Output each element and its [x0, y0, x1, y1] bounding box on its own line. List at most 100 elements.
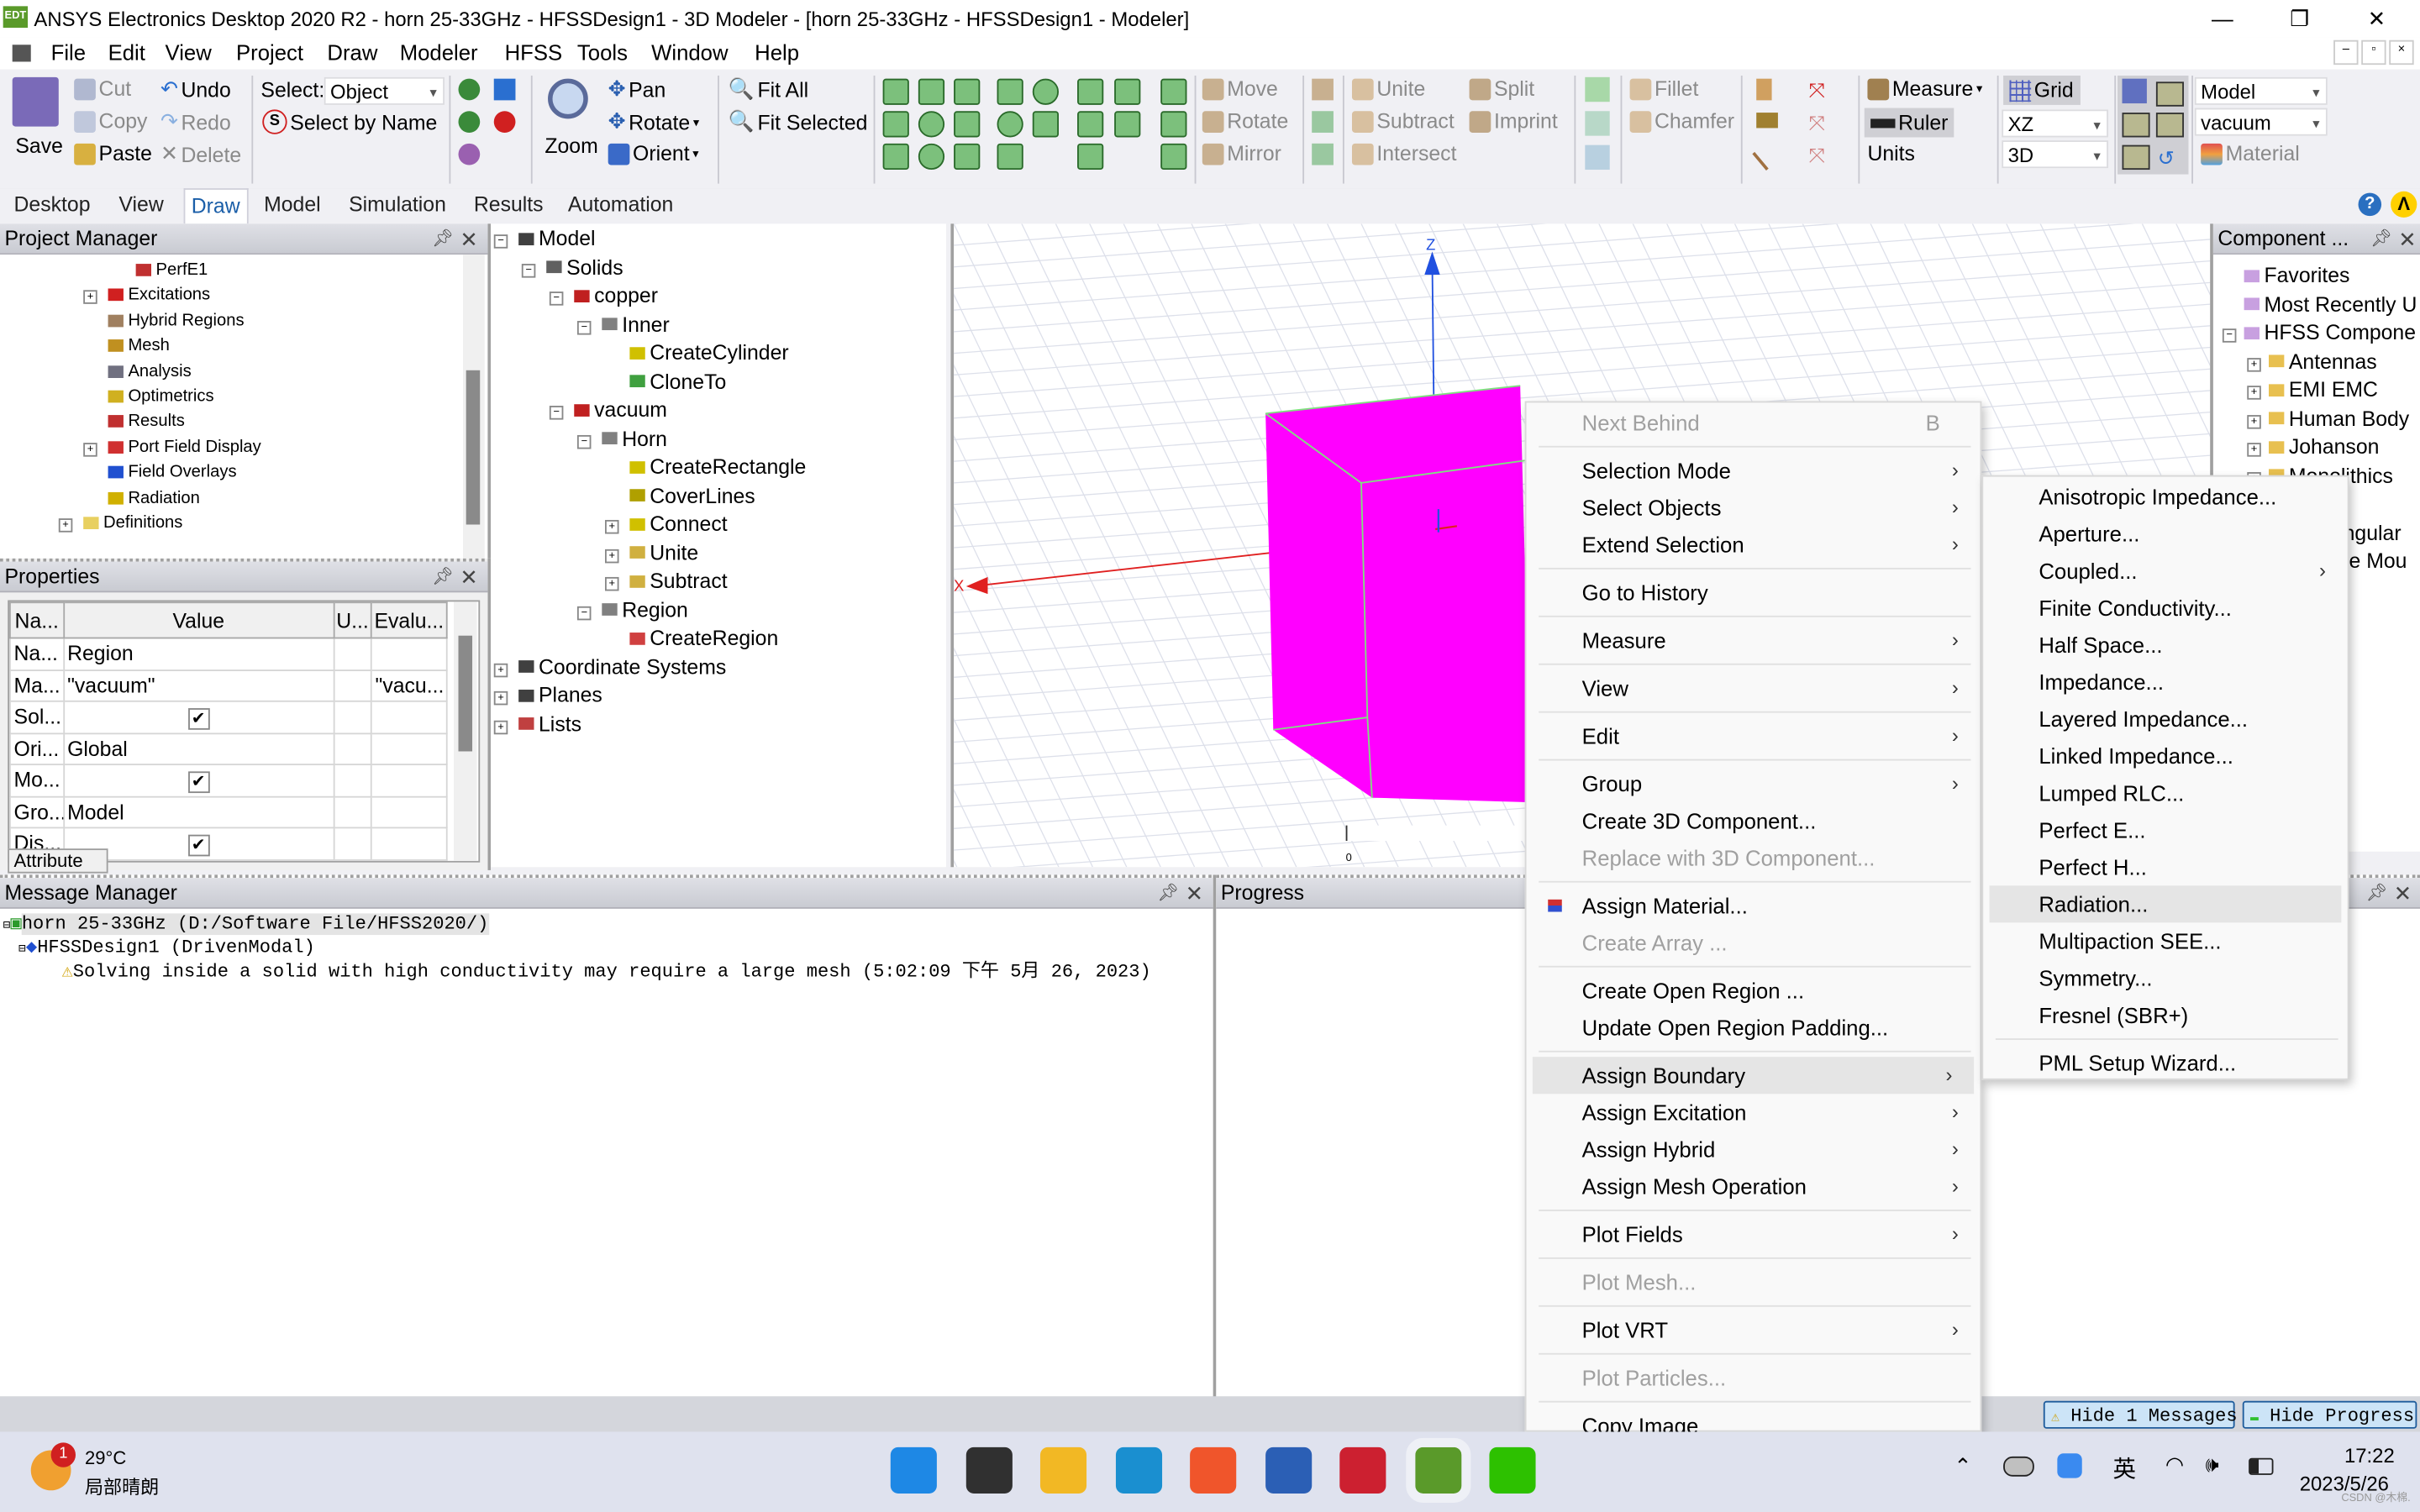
- menu-item-create-3d-component[interactable]: Create 3D Component...: [1527, 802, 1981, 839]
- pin-icon[interactable]: 📌︎: [2370, 223, 2392, 255]
- property-value[interactable]: Model: [62, 795, 334, 829]
- property-row[interactable]: Gro... Model: [9, 795, 448, 829]
- close-button[interactable]: ✕: [2346, 3, 2407, 34]
- menu-hfss[interactable]: HFSS: [505, 40, 563, 65]
- draw-cylinder-icon[interactable]: [882, 111, 909, 138]
- project-tree-item[interactable]: Analysis: [108, 362, 192, 381]
- paste-button[interactable]: Paste: [74, 142, 152, 165]
- project-tree-item[interactable]: + Port Field Display: [83, 438, 261, 457]
- model-tree-item[interactable]: CreateRegion: [629, 627, 778, 649]
- units-button[interactable]: Units: [1867, 142, 1915, 165]
- taskbar-word-icon[interactable]: [1265, 1446, 1312, 1494]
- menu-item-create-array[interactable]: Create Array ...: [1527, 924, 1981, 961]
- taskbar-edge-icon[interactable]: [1115, 1446, 1162, 1494]
- menu-item-fresnel-sbr[interactable]: Fresnel (SBR+): [1983, 997, 2347, 1034]
- hide-view-icon[interactable]: [493, 111, 516, 133]
- menu-item-lumped-rlc[interactable]: Lumped RLC...: [1983, 774, 2347, 811]
- component-tree-item[interactable]: + Human Body: [2247, 407, 2409, 430]
- menu-item-plot-vrt[interactable]: Plot VRT ›: [1527, 1311, 1981, 1348]
- grid-button[interactable]: Grid: [2003, 75, 2081, 105]
- show-icon[interactable]: [458, 78, 481, 101]
- menu-item-coupled[interactable]: Coupled... ›: [1983, 553, 2347, 590]
- draw-equation-curve-icon[interactable]: [1114, 111, 1141, 138]
- draw-torus-icon[interactable]: [918, 143, 945, 171]
- component-tree-item[interactable]: + Antennas: [2247, 349, 2377, 373]
- clock-time[interactable]: 17:22: [2344, 1444, 2395, 1467]
- project-tree-item[interactable]: Mesh: [108, 337, 170, 355]
- taskbar-wechat-icon[interactable]: [1489, 1446, 1536, 1494]
- model-tree-item[interactable]: − Model: [493, 227, 596, 250]
- subtract-button[interactable]: Subtract: [1351, 109, 1455, 133]
- project-tree-item[interactable]: Optimetrics: [108, 387, 214, 406]
- draw-spiral-icon[interactable]: [954, 111, 981, 138]
- message-warning-row[interactable]: ⚠Solving inside a solid with high conduc…: [61, 957, 1150, 983]
- menu-tools[interactable]: Tools: [577, 40, 628, 65]
- duplicate-along-line-icon[interactable]: [1312, 78, 1334, 101]
- copy-button[interactable]: Copy: [74, 109, 147, 133]
- fit-selected-button[interactable]: 🔍 Fit Selected: [729, 109, 868, 134]
- drawing-plane-dropdown[interactable]: XZ: [2002, 109, 2108, 139]
- relative-cs-icon[interactable]: ⤧: [1809, 79, 1831, 102]
- select-mode-dropdown[interactable]: Object: [324, 76, 445, 107]
- tab-simulation[interactable]: Simulation: [349, 193, 446, 217]
- model-tree-item[interactable]: − copper: [549, 284, 658, 307]
- show-hidden-icons[interactable]: ⌃: [1954, 1453, 1972, 1479]
- draw-line-icon[interactable]: [1077, 78, 1104, 105]
- mirror-button[interactable]: Mirror: [1202, 142, 1281, 165]
- project-tree-item[interactable]: Field Overlays: [108, 463, 237, 481]
- close-icon[interactable]: ✕: [2394, 878, 2412, 909]
- draw-cone-icon[interactable]: [918, 78, 945, 105]
- show-view-icon[interactable]: [493, 78, 516, 101]
- snap-grid-icon[interactable]: [2122, 78, 2147, 104]
- menu-item-pml-setup-wizard[interactable]: PML Setup Wizard...: [1983, 1044, 2347, 1081]
- menu-item-selection-mode[interactable]: Selection Mode ›: [1527, 452, 1981, 489]
- menu-modeler[interactable]: Modeler: [400, 40, 478, 65]
- undo-button[interactable]: ↶ Undo: [160, 77, 231, 102]
- line-cs-icon[interactable]: [1752, 138, 1786, 171]
- draw-point-icon[interactable]: [1160, 111, 1187, 138]
- menu-item-linked-impedance[interactable]: Linked Impedance...: [1983, 738, 2347, 774]
- hide-progress-button[interactable]: ▬ Hide Progress: [2242, 1400, 2417, 1429]
- property-row[interactable]: Ori... Global: [9, 732, 448, 765]
- model-tree-item[interactable]: + Subtract: [604, 570, 728, 592]
- pin-icon[interactable]: 📌︎: [432, 223, 454, 255]
- menu-item-measure[interactable]: Measure ›: [1527, 622, 1981, 659]
- expand-icon[interactable]: −: [576, 320, 592, 334]
- ribbon-minimize-icon[interactable]: –: [2333, 39, 2359, 66]
- weather-description[interactable]: 局部晴朗: [85, 1473, 159, 1499]
- project-tree-item[interactable]: Radiation: [108, 488, 200, 507]
- menu-item-replace-with-3d-component[interactable]: Replace with 3D Component...: [1527, 839, 1981, 876]
- project-tree-item[interactable]: + Definitions: [58, 514, 182, 533]
- menu-item-create-open-region[interactable]: Create Open Region ...: [1527, 972, 1981, 1009]
- column-header[interactable]: Value: [62, 601, 334, 639]
- tab-draw[interactable]: Draw: [183, 188, 248, 224]
- model-tree-item[interactable]: − Inner: [576, 312, 670, 335]
- draw-equation-surface-icon[interactable]: [1032, 111, 1059, 138]
- menu-item-assign-mesh-operation[interactable]: Assign Mesh Operation ›: [1527, 1168, 1981, 1205]
- measure-button[interactable]: Measure ▾: [1867, 77, 1982, 100]
- expand-icon[interactable]: +: [493, 690, 508, 706]
- material-button[interactable]: Material: [2201, 142, 2300, 165]
- snap-arc-icon[interactable]: ↺: [2158, 146, 2180, 170]
- onedrive-icon[interactable]: [2003, 1456, 2034, 1477]
- menu-item-perfect-h[interactable]: Perfect H...: [1983, 848, 2347, 885]
- property-row[interactable]: Sol... ✔: [9, 700, 448, 734]
- material-dropdown[interactable]: vacuum: [2194, 108, 2328, 137]
- menu-item-assign-excitation[interactable]: Assign Excitation ›: [1527, 1094, 1981, 1131]
- project-tree-item[interactable]: Hybrid Regions: [108, 312, 245, 330]
- menu-item-assign-boundary[interactable]: Assign Boundary ›: [1532, 1057, 1975, 1095]
- project-tree-scrollbar[interactable]: [463, 255, 485, 559]
- draw-ellipse-icon[interactable]: [1032, 78, 1059, 105]
- region-box[interactable]: [1265, 386, 1532, 803]
- ribbon-close-icon[interactable]: ×: [2389, 39, 2414, 66]
- taskbar-video-app-icon[interactable]: [1190, 1446, 1237, 1494]
- expand-icon[interactable]: −: [493, 234, 508, 249]
- scrollbar-thumb[interactable]: [458, 635, 473, 752]
- taskbar-start-icon[interactable]: [890, 1446, 937, 1494]
- view-mode-dropdown[interactable]: 3D: [2002, 140, 2108, 170]
- expand-icon[interactable]: −: [549, 291, 564, 306]
- rotate-object-button[interactable]: Rotate: [1202, 109, 1288, 133]
- menu-item-radiation[interactable]: Radiation...: [1989, 885, 2342, 923]
- draw-polyline-icon[interactable]: [1077, 143, 1104, 171]
- model-tree-item[interactable]: CreateRectangle: [629, 455, 806, 478]
